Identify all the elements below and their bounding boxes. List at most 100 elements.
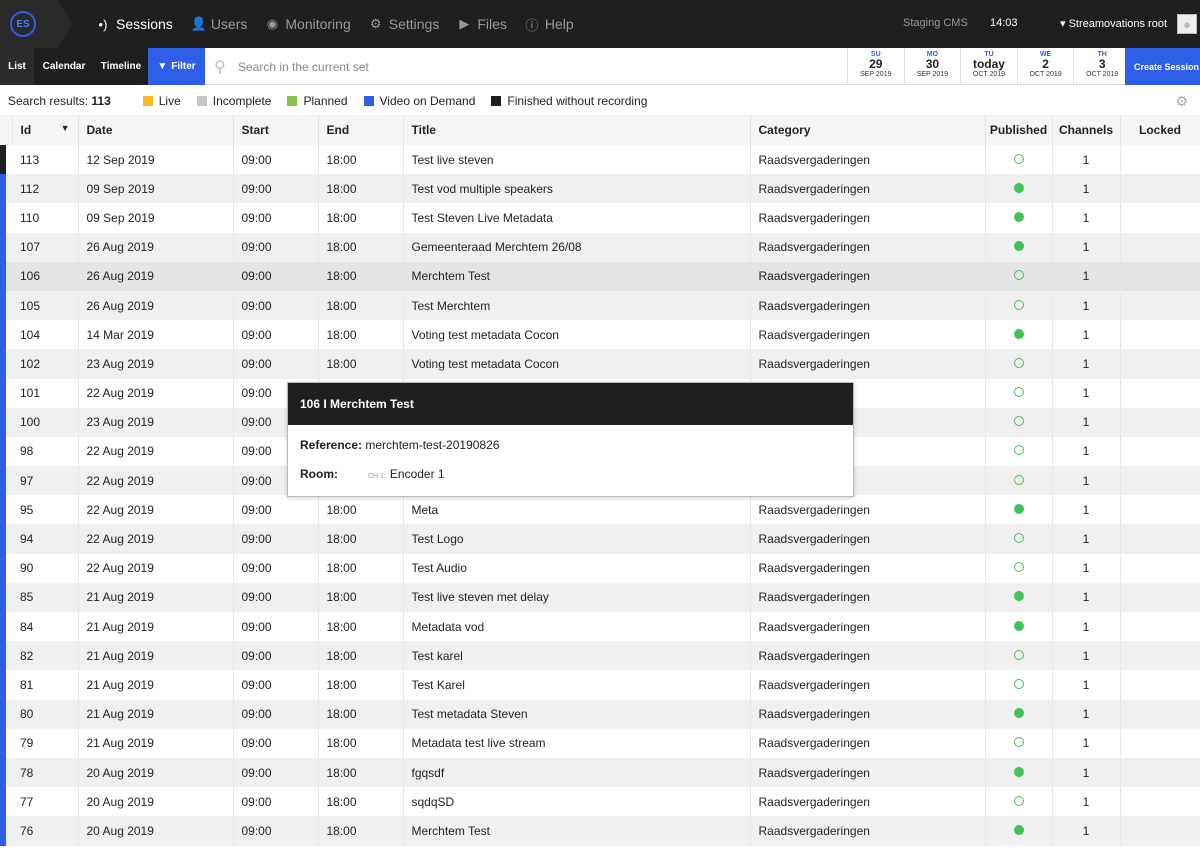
column-category[interactable]: Category <box>750 115 986 145</box>
search-input[interactable] <box>238 56 798 78</box>
cell-id: 84 <box>12 612 79 642</box>
status-bar <box>0 407 6 437</box>
cell-published <box>985 436 1053 467</box>
legend-bar: Search results: 113 Live Incomplete Planne… <box>0 86 1200 115</box>
day-29[interactable]: SU 29 SEP 2019 <box>847 48 904 85</box>
cell-channels: 1 <box>1052 466 1121 496</box>
legend-item: Planned <box>287 93 348 108</box>
status-bar <box>0 466 6 496</box>
cell-title: Metadata test live stream <box>403 728 751 758</box>
table-row[interactable]: 104 14 Mar 2019 09:00 18:00 Voting test meta… <box>0 320 1200 350</box>
table-row[interactable]: 76 20 Aug 2019 09:00 18:00 Merchtem Test Raad… <box>0 816 1200 846</box>
cell-locked <box>1120 349 1200 379</box>
nav-users[interactable]: 👤 Users <box>191 16 248 32</box>
cell-channels: 1 <box>1052 612 1121 642</box>
cell-channels: 1 <box>1052 728 1121 758</box>
table-row[interactable]: 112 09 Sep 2019 09:00 18:00 Test vod multipl… <box>0 174 1200 204</box>
cell-end: 18:00 <box>318 524 404 554</box>
cell-end: 18:00 <box>318 261 404 291</box>
nav-sessions[interactable]: •) Sessions <box>96 16 173 32</box>
column-id[interactable]: Id ▼ <box>12 115 79 145</box>
tab-calendar[interactable]: Calendar <box>34 48 94 85</box>
cell-id: 80 <box>12 699 79 729</box>
cell-end: 18:00 <box>318 174 404 204</box>
cell-published <box>985 378 1053 408</box>
day-number: today <box>972 57 1005 71</box>
table-row[interactable]: 106 26 Aug 2019 09:00 18:00 Merchtem Test Raa… <box>0 261 1200 291</box>
table-row[interactable]: 110 09 Sep 2019 09:00 18:00 Test Steven Live… <box>0 203 1200 233</box>
column-title[interactable]: Title <box>403 115 751 145</box>
cell-published <box>985 203 1053 233</box>
cell-date: 21 Aug 2019 <box>78 582 234 612</box>
day-30[interactable]: MO 30 SEP 2019 <box>903 48 961 85</box>
unpublished-icon <box>1013 299 1024 310</box>
status-indicator <box>0 203 12 233</box>
day-3[interactable]: TH 3 OCT 2019 <box>1073 48 1130 85</box>
search-results: Search results: 113 <box>8 94 111 108</box>
table-row[interactable]: 81 21 Aug 2019 09:00 18:00 Test Karel Raadsve… <box>0 670 1200 700</box>
day-number: 2 <box>1042 57 1049 71</box>
column-published[interactable]: Published <box>985 115 1053 145</box>
cell-start: 09:00 <box>233 553 319 583</box>
table-row[interactable]: 95 22 Aug 2019 09:00 18:00 Meta Raadsvergader… <box>0 495 1200 525</box>
nav-monitoring[interactable]: ◉ Monitoring <box>265 16 351 32</box>
published-icon <box>1013 708 1024 719</box>
user-menu[interactable]: ▾ Streamovations root <box>1060 17 1167 30</box>
nav-settings[interactable]: ⚙ Settings <box>369 16 439 32</box>
column-date[interactable]: Date <box>78 115 234 145</box>
nav-help[interactable]: ⓘ Help <box>525 15 573 34</box>
sort-desc-icon[interactable]: ▼ <box>61 123 70 133</box>
cell-category: Raadsvergaderingen <box>750 641 986 671</box>
column-locked[interactable]: Locked <box>1120 115 1200 145</box>
cell-id: 78 <box>12 757 79 788</box>
table-row[interactable]: 94 22 Aug 2019 09:00 18:00 Test Logo Raadsver… <box>0 524 1200 554</box>
status-indicator <box>0 728 12 758</box>
legend-label: Planned <box>303 93 348 108</box>
cell-start: 09:00 <box>233 670 319 700</box>
avatar[interactable]: ● <box>1177 14 1197 34</box>
column-end[interactable]: End <box>318 115 404 145</box>
table-row[interactable]: 84 21 Aug 2019 09:00 18:00 Metadata vod Raads… <box>0 612 1200 642</box>
table-row[interactable]: 82 21 Aug 2019 09:00 18:00 Test karel Raadsve… <box>0 641 1200 671</box>
cell-channels: 1 <box>1052 787 1121 817</box>
legend-item: Live <box>142 94 181 108</box>
table-row[interactable]: 90 22 Aug 2019 09:00 18:00 Test Audio Raadsve… <box>0 553 1200 583</box>
tab-list[interactable]: List <box>0 48 34 85</box>
tab-timeline[interactable]: Timeline <box>94 48 148 85</box>
cell-title: sqdqSD <box>403 787 751 817</box>
column-channels[interactable]: Channels <box>1052 115 1121 145</box>
unpublished-icon <box>1013 270 1024 281</box>
table-settings-icon[interactable]: ⚙ <box>1175 93 1188 110</box>
table-row[interactable]: 78 20 Aug 2019 09:00 18:00 fgqsdf Raadsvergad… <box>0 757 1200 788</box>
filter-button[interactable]: ▼ Filter <box>148 48 205 85</box>
cell-id: 105 <box>12 290 79 321</box>
day-today[interactable]: TU today OCT 2019 <box>960 48 1017 85</box>
cell-date: 21 Aug 2019 <box>78 612 234 642</box>
table-row[interactable]: 77 20 Aug 2019 09:00 18:00 sqdqSD Raadsvergad… <box>0 787 1200 817</box>
table-row[interactable]: 107 26 Aug 2019 09:00 18:00 Gemeenteraad Mer… <box>0 232 1200 262</box>
logo[interactable]: ES <box>0 0 72 48</box>
table-row[interactable]: 79 21 Aug 2019 09:00 18:00 Metadata test liv… <box>0 728 1200 758</box>
cell-end: 18:00 <box>318 349 404 379</box>
published-icon <box>1013 620 1024 631</box>
cell-published <box>985 728 1053 758</box>
cell-id: 101 <box>12 378 79 408</box>
legend-item: Incomplete <box>196 94 271 108</box>
create-session-button[interactable]: Create Session <box>1125 48 1200 85</box>
table-row[interactable]: 85 21 Aug 2019 09:00 18:00 Test live steven … <box>0 582 1200 612</box>
cell-locked <box>1120 670 1200 700</box>
room-label: Room: <box>300 467 338 481</box>
cell-end: 18:00 <box>318 232 404 262</box>
table-row[interactable]: 105 26 Aug 2019 09:00 18:00 Test Merchtem Raa… <box>0 290 1200 321</box>
day-2[interactable]: WE 2 OCT 2019 <box>1016 48 1074 85</box>
cell-start: 09:00 <box>233 349 319 379</box>
eye-icon: ◉ <box>266 16 279 31</box>
table-header: Id ▼ Date Start End Title Category Published Cha… <box>0 115 1200 145</box>
table-row[interactable]: 102 23 Aug 2019 09:00 18:00 Voting test meta… <box>0 349 1200 379</box>
table-row[interactable]: 80 21 Aug 2019 09:00 18:00 Test metadata Ste… <box>0 699 1200 729</box>
nav-files[interactable]: ▶ Files <box>457 16 507 32</box>
cell-locked <box>1120 728 1200 758</box>
table-row[interactable]: 113 12 Sep 2019 09:00 18:00 Test live steven… <box>0 145 1200 175</box>
column-start[interactable]: Start <box>233 115 319 145</box>
cell-id: 81 <box>12 670 79 700</box>
